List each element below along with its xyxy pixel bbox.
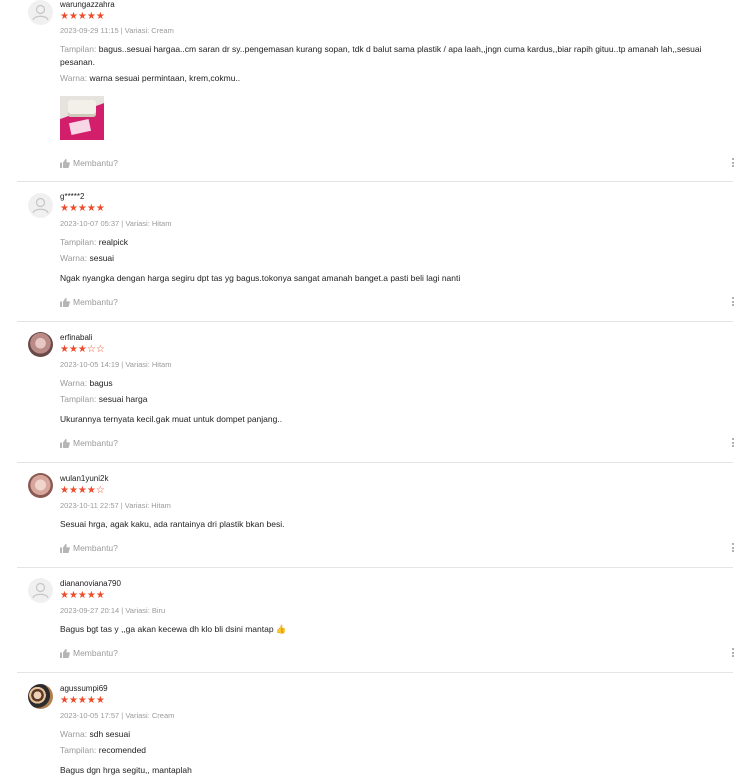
helpful-label: Membantu?: [73, 438, 118, 448]
reviewer-username[interactable]: diananoviana790: [60, 579, 121, 588]
review-detail-color: Warna: bagus: [60, 378, 113, 388]
helpful-button[interactable]: Membantu?: [60, 543, 118, 553]
review-detail-color: Warna: sesuai: [60, 253, 115, 263]
divider: [17, 462, 733, 463]
more-options-icon[interactable]: [732, 297, 735, 308]
review-comment: Bagus dgn hrga segitu,, mantaplah: [60, 765, 192, 775]
review-comment: Ngak nyangka dengan harga segiru dpt tas…: [60, 273, 461, 283]
reviewer-username[interactable]: erfinabali: [60, 333, 92, 342]
review-detail-appearance: Tampilan: realpick: [60, 237, 129, 247]
avatar[interactable]: [28, 578, 53, 603]
avatar[interactable]: [28, 473, 53, 498]
more-options-icon[interactable]: [732, 543, 735, 554]
helpful-label: Membantu?: [73, 543, 118, 553]
review-comment: Ukurannya ternyata kecil.gak muat untuk …: [60, 414, 283, 424]
divider: [17, 567, 733, 568]
review-meta: 2023-10-11 22:57 | Variasi: Hitam: [60, 501, 171, 510]
helpful-button[interactable]: Membantu?: [60, 438, 118, 448]
avatar[interactable]: [28, 684, 53, 709]
star-rating: ★★★★★: [60, 11, 105, 22]
helpful-button[interactable]: Membantu?: [60, 158, 118, 168]
star-rating: ★★★☆☆: [60, 344, 105, 355]
thumbs-up-icon: [60, 158, 70, 168]
helpful-label: Membantu?: [73, 297, 118, 307]
thumbs-up-icon: [60, 543, 70, 553]
review-comment: Sesuai hrga, agak kaku, ada rantainya dr…: [60, 519, 285, 529]
reviewer-username[interactable]: agussumpi69: [60, 684, 108, 693]
helpful-label: Membantu?: [73, 158, 118, 168]
review-meta: 2023-09-27 20:14 | Variasi: Biru: [60, 606, 166, 615]
review-meta: 2023-10-05 17:57 | Variasi: Cream: [60, 711, 175, 720]
star-rating: ★★★★★: [60, 590, 105, 601]
user-icon: [32, 197, 49, 214]
divider: [17, 672, 733, 673]
more-options-icon[interactable]: [732, 158, 735, 169]
review-meta: 2023-10-07 05:37 | Variasi: Hitam: [60, 219, 172, 228]
helpful-label: Membantu?: [73, 648, 118, 658]
avatar[interactable]: [28, 0, 53, 25]
review-detail-color: Warna: sdh sesuai: [60, 729, 131, 739]
review-photo[interactable]: [60, 96, 104, 140]
helpful-button[interactable]: Membantu?: [60, 297, 118, 307]
star-rating: ★★★★★: [60, 203, 105, 214]
user-icon: [32, 582, 49, 599]
review-meta: 2023-09-29 11:15 | Variasi: Cream: [60, 26, 174, 35]
star-rating: ★★★★☆: [60, 485, 105, 496]
more-options-icon[interactable]: [732, 438, 735, 449]
star-rating: ★★★★★: [60, 695, 105, 706]
review-comment: Bagus bgt tas y ,,ga akan kecewa dh klo …: [60, 624, 287, 634]
thumbs-up-icon: [60, 648, 70, 658]
thumbs-up-icon: [60, 297, 70, 307]
avatar[interactable]: [28, 332, 53, 357]
reviewer-username[interactable]: g*****2: [60, 192, 84, 201]
helpful-button[interactable]: Membantu?: [60, 648, 118, 658]
user-icon: [32, 4, 49, 21]
divider: [17, 321, 733, 322]
divider: [17, 181, 733, 182]
review-detail-appearance: Tampilan: recomended: [60, 745, 147, 755]
review-meta: 2023-10-05 14:19 | Variasi: Hitam: [60, 360, 172, 369]
reviewer-username[interactable]: wulan1yuni2k: [60, 474, 108, 483]
review-detail-appearance: Tampilan: sesuai harga: [60, 394, 148, 404]
avatar[interactable]: [28, 193, 53, 218]
thumbs-up-icon: [60, 438, 70, 448]
more-options-icon[interactable]: [732, 648, 735, 659]
review-detail-appearance: Tampilan: bagus..sesuai hargaa..cm saran…: [60, 44, 702, 67]
review-detail-color: Warna: warna sesuai permintaan, krem,cok…: [60, 73, 241, 83]
reviewer-username[interactable]: warungazzahra: [60, 0, 115, 9]
